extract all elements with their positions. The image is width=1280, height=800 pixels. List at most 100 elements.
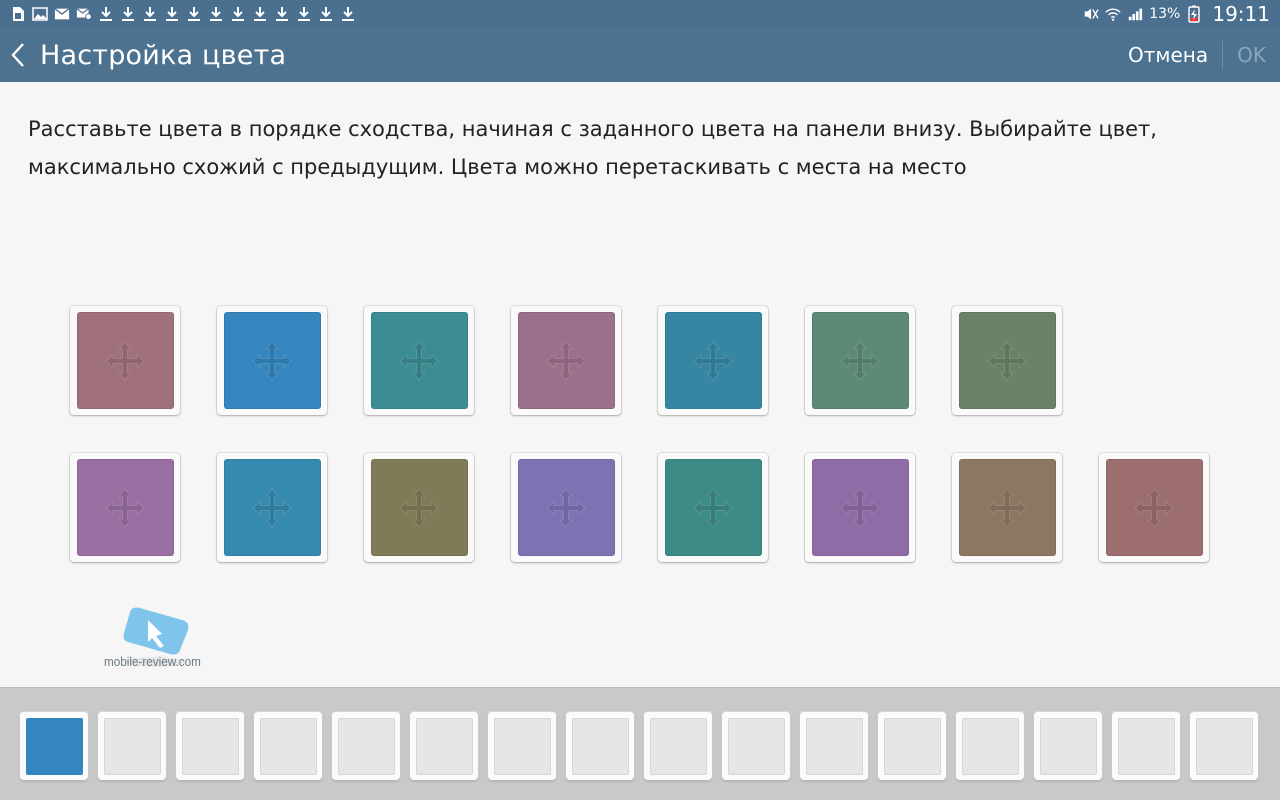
answer-slot[interactable] — [1112, 712, 1180, 780]
download-icon — [318, 6, 334, 22]
answer-slot[interactable] — [254, 712, 322, 780]
move-icon — [987, 487, 1027, 528]
download-icon — [230, 6, 246, 22]
empty-slot — [1195, 717, 1253, 775]
image-icon — [32, 6, 48, 22]
empty-slot — [805, 717, 863, 775]
move-icon — [252, 340, 292, 381]
download-icon — [142, 6, 158, 22]
move-icon — [693, 340, 733, 381]
empty-slot — [883, 717, 941, 775]
answer-slot[interactable] — [566, 712, 634, 780]
color-swatch — [370, 459, 468, 556]
download-icon — [252, 6, 268, 22]
system-icons: 13% 19:11 — [1083, 2, 1270, 26]
empty-slot — [961, 717, 1019, 775]
move-icon — [399, 340, 439, 381]
empty-slot — [337, 717, 395, 775]
empty-slot — [649, 717, 707, 775]
answer-slot[interactable] — [1034, 712, 1102, 780]
answer-slots — [20, 712, 1258, 780]
answer-slot[interactable] — [488, 712, 556, 780]
color-tile[interactable] — [805, 453, 915, 562]
move-icon — [546, 487, 586, 528]
battery-charging-icon — [1186, 5, 1202, 23]
download-icon — [120, 6, 136, 22]
empty-slot — [1117, 717, 1175, 775]
chevron-left-icon — [11, 43, 24, 67]
download-icon — [186, 6, 202, 22]
color-tile[interactable] — [364, 453, 474, 562]
empty-slot — [103, 717, 161, 775]
color-tile[interactable] — [511, 453, 621, 562]
answer-slot[interactable] — [410, 712, 478, 780]
mute-icon — [1083, 6, 1099, 22]
mail-settings-icon — [76, 6, 92, 22]
clock: 19:11 — [1212, 2, 1270, 26]
ok-button[interactable]: OK — [1223, 28, 1280, 82]
color-tile[interactable] — [511, 306, 621, 415]
color-tile[interactable] — [364, 306, 474, 415]
cancel-button[interactable]: Отмена — [1114, 28, 1222, 82]
download-icon — [340, 6, 356, 22]
move-icon — [399, 487, 439, 528]
move-icon — [546, 340, 586, 381]
answer-slot[interactable] — [1190, 712, 1258, 780]
color-tile[interactable] — [952, 306, 1062, 415]
empty-slot — [493, 717, 551, 775]
color-swatch — [517, 459, 615, 556]
answer-slot[interactable] — [332, 712, 400, 780]
answer-slot[interactable] — [722, 712, 790, 780]
color-tile[interactable] — [217, 306, 327, 415]
action-bar: Настройка цвета Отмена OK — [0, 28, 1280, 82]
color-tile[interactable] — [658, 453, 768, 562]
answer-slot[interactable] — [878, 712, 946, 780]
color-swatch — [664, 312, 762, 409]
download-icon — [274, 6, 290, 22]
move-icon — [105, 487, 145, 528]
color-swatch — [811, 459, 909, 556]
answer-palette — [0, 687, 1280, 800]
battery-percent: 13% — [1149, 6, 1181, 22]
color-tile[interactable] — [217, 453, 327, 562]
move-icon — [105, 340, 145, 381]
download-icon — [296, 6, 312, 22]
move-icon — [840, 340, 880, 381]
answer-slot-start[interactable] — [20, 712, 88, 780]
start-color-swatch — [25, 717, 83, 775]
download-icon — [208, 6, 224, 22]
color-swatch — [958, 312, 1056, 409]
move-icon — [987, 340, 1027, 381]
empty-slot — [571, 717, 629, 775]
color-tile[interactable] — [952, 453, 1062, 562]
answer-slot[interactable] — [176, 712, 244, 780]
page-title: Настройка цвета — [40, 39, 287, 71]
answer-slot[interactable] — [98, 712, 166, 780]
color-swatch — [223, 312, 321, 409]
color-swatch — [223, 459, 321, 556]
empty-slot — [181, 717, 239, 775]
color-tile-row-2 — [70, 453, 1209, 562]
color-tile-row-1 — [70, 306, 1062, 415]
download-icon — [98, 6, 114, 22]
move-icon — [693, 487, 733, 528]
mail-icon — [54, 6, 70, 22]
answer-slot[interactable] — [956, 712, 1024, 780]
color-tile[interactable] — [805, 306, 915, 415]
color-tile[interactable] — [70, 453, 180, 562]
color-tile[interactable] — [70, 306, 180, 415]
color-swatch — [76, 312, 174, 409]
answer-slot[interactable] — [800, 712, 868, 780]
color-tile[interactable] — [658, 306, 768, 415]
wifi-icon — [1105, 6, 1121, 22]
download-icon — [164, 6, 180, 22]
color-tile[interactable] — [1099, 453, 1209, 562]
answer-slot[interactable] — [644, 712, 712, 780]
empty-slot — [727, 717, 785, 775]
move-icon — [1134, 487, 1174, 528]
sim-icon — [10, 6, 26, 22]
watermark-text: mobile-review.com — [104, 654, 201, 669]
back-button[interactable] — [0, 28, 36, 82]
color-swatch — [517, 312, 615, 409]
color-swatch — [664, 459, 762, 556]
